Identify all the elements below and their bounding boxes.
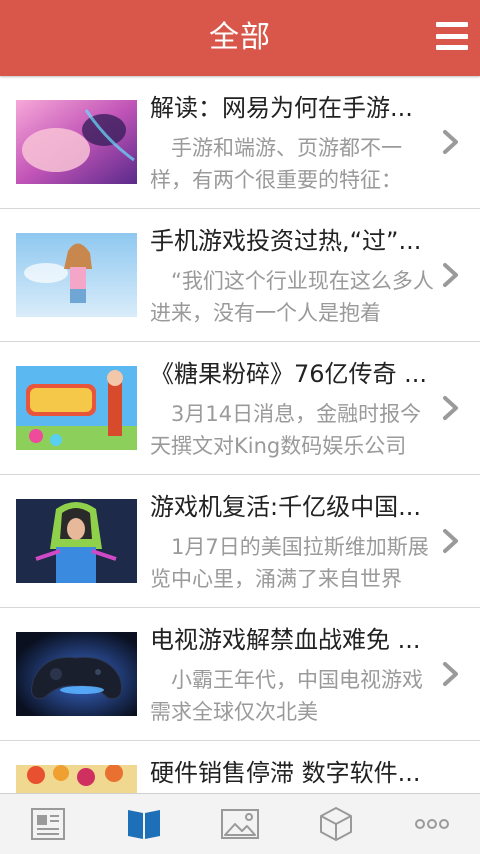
list-item[interactable]: 手机游戏投资过热,“过”... “我们这个行业现在这么多人进来，没有一个人是抱着 bbox=[0, 209, 480, 342]
book-icon bbox=[128, 810, 160, 839]
article-summary: 3月14日消息，金融时报今天撰文对King数码娱乐公司 bbox=[150, 402, 422, 458]
cube-icon bbox=[320, 807, 352, 841]
bottom-tab-bar bbox=[0, 793, 480, 854]
tab-apps[interactable] bbox=[288, 794, 384, 854]
article-thumbnail bbox=[16, 366, 137, 450]
article-title: 《糖果粉碎》76亿传奇 ... bbox=[150, 360, 428, 388]
list-item[interactable]: 解读：网易为何在手游... 手游和端游、页游都不一样，有两个很重要的特征： bbox=[0, 76, 480, 209]
tab-reading[interactable] bbox=[96, 794, 192, 854]
article-title: 解读：网易为何在手游... bbox=[150, 94, 413, 122]
article-thumbnail bbox=[16, 233, 137, 317]
tab-more[interactable] bbox=[384, 794, 480, 854]
news-icon bbox=[31, 808, 65, 840]
hamburger-menu-icon[interactable] bbox=[436, 20, 468, 52]
article-title: 电视游戏解禁血战难免 ... bbox=[150, 626, 421, 654]
chevron-right-icon bbox=[440, 660, 462, 688]
article-thumbnail bbox=[16, 100, 137, 184]
article-summary: 1月7日的美国拉斯维加斯展览中心里，涌满了来自世界 bbox=[150, 535, 429, 591]
article-title: 游戏机复活:千亿级中国... bbox=[150, 493, 421, 521]
article-title: 硬件销售停滞 数字软件... bbox=[150, 759, 421, 787]
article-title: 手机游戏投资过热,“过”... bbox=[150, 227, 422, 255]
article-summary: 小霸王年代，中国电视游戏需求全球仅次北美 bbox=[150, 668, 423, 724]
page-title: 全部 bbox=[209, 20, 271, 55]
list-item[interactable]: 游戏机复活:千亿级中国... 1月7日的美国拉斯维加斯展览中心里，涌满了来自世界 bbox=[0, 475, 480, 608]
article-summary: 手游和端游、页游都不一样，有两个很重要的特征： bbox=[150, 136, 402, 192]
article-list: 解读：网易为何在手游... 手游和端游、页游都不一样，有两个很重要的特征： 手机… bbox=[0, 76, 480, 794]
chevron-right-icon bbox=[440, 527, 462, 555]
chevron-right-icon bbox=[440, 394, 462, 422]
chevron-right-icon bbox=[440, 128, 462, 156]
list-item[interactable]: 电视游戏解禁血战难免 ... 小霸王年代，中国电视游戏需求全球仅次北美 bbox=[0, 608, 480, 741]
more-icon bbox=[415, 819, 449, 829]
article-thumbnail bbox=[16, 765, 137, 794]
article-thumbnail bbox=[16, 499, 137, 583]
list-item[interactable]: 硬件销售停滞 数字软件... bbox=[0, 741, 480, 794]
app-header: 全部 bbox=[0, 0, 480, 76]
article-summary: “我们这个行业现在这么多人进来，没有一个人是抱着 bbox=[150, 269, 434, 325]
article-thumbnail bbox=[16, 632, 137, 716]
tab-images[interactable] bbox=[192, 794, 288, 854]
chevron-right-icon bbox=[440, 261, 462, 289]
tab-news[interactable] bbox=[0, 794, 96, 854]
list-item[interactable]: 《糖果粉碎》76亿传奇 ... 3月14日消息，金融时报今天撰文对King数码娱… bbox=[0, 342, 480, 475]
image-icon bbox=[221, 809, 259, 839]
